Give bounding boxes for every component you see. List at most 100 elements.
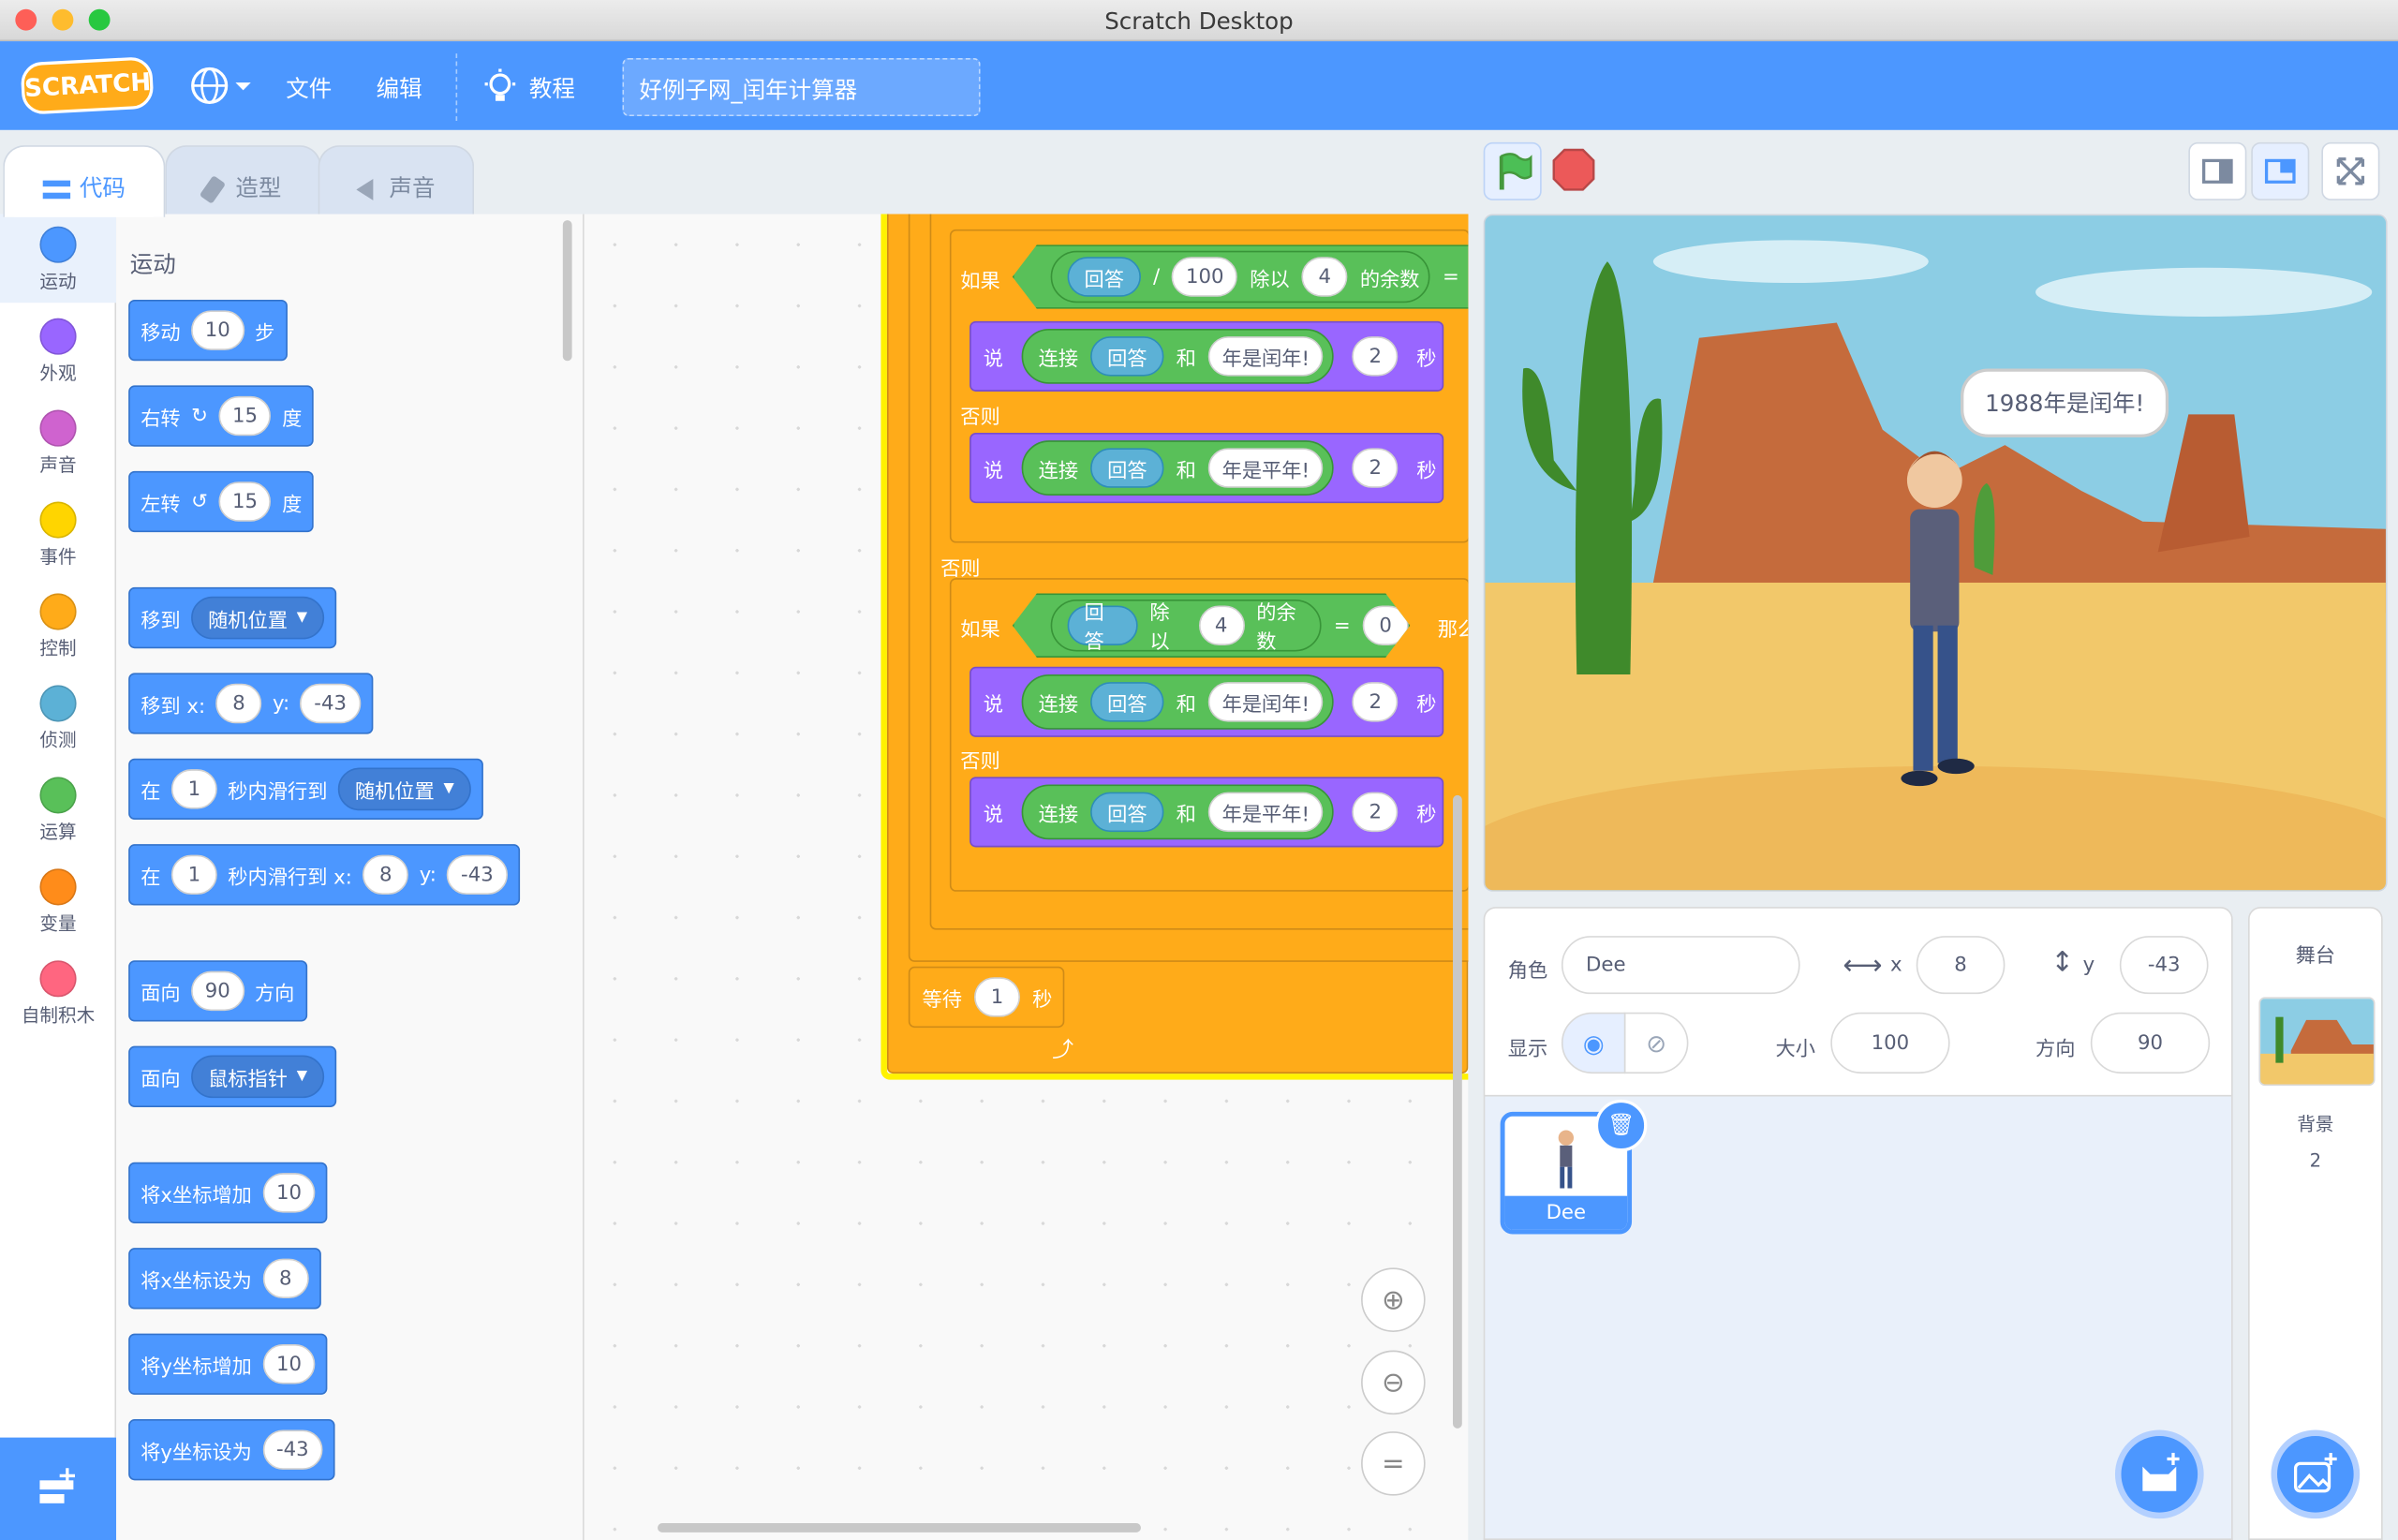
set-x-block[interactable]: 将x坐标设为 8: [128, 1248, 321, 1310]
tab-costumes[interactable]: 造型: [165, 145, 321, 216]
workspace-vertical-scrollbar[interactable]: [1453, 794, 1462, 1429]
text-input[interactable]: 年是闰年!: [1207, 682, 1324, 722]
choose-sprite-button[interactable]: [2114, 1429, 2204, 1519]
category-operators[interactable]: 运算: [0, 764, 116, 853]
green-flag-button[interactable]: [1483, 141, 1542, 200]
degrees-input[interactable]: 15: [218, 481, 272, 522]
scratch-logo[interactable]: SCRATCH: [20, 56, 155, 115]
set-y-block[interactable]: 将y坐标设为 -43: [128, 1419, 335, 1481]
mod-operator[interactable]: 回答 除以 4 的余数: [1051, 600, 1322, 652]
say-for-secs-block[interactable]: 说连接 回答和年是闰年! 2 秒: [970, 666, 1444, 737]
category-myblocks[interactable]: 自制积木: [0, 948, 116, 1037]
stage-canvas[interactable]: 1988年是闰年!: [1483, 214, 2388, 892]
number-input[interactable]: 100: [1172, 257, 1238, 297]
secs-input[interactable]: 2: [1352, 682, 1399, 722]
say-for-secs-block[interactable]: 说连接 回答和年是平年! 2 秒: [970, 777, 1444, 848]
edit-menu[interactable]: 编辑: [377, 72, 422, 104]
secs-input[interactable]: 2: [1352, 792, 1399, 833]
y-input[interactable]: -43: [2119, 936, 2209, 995]
number-input[interactable]: 4: [1301, 257, 1348, 297]
text-input[interactable]: 年是平年!: [1207, 448, 1324, 488]
tutorials-menu[interactable]: 教程: [483, 68, 575, 111]
equals-operator[interactable]: 回答 除以 4 的余数 = 0: [1013, 593, 1410, 658]
sprite-name-input[interactable]: Dee: [1561, 936, 1800, 995]
workspace-horizontal-scrollbar[interactable]: [658, 1523, 1141, 1533]
turn-left-block[interactable]: 左转 ↺ 15 度: [128, 470, 315, 533]
answer-reporter[interactable]: 回答: [1090, 336, 1164, 377]
hide-sprite-button[interactable]: ⊘: [1623, 1012, 1689, 1074]
equals-operator[interactable]: 回答 / 100 除以 4 的余数 =: [1012, 244, 1469, 309]
fullscreen-button[interactable]: [2321, 141, 2380, 200]
secs-input[interactable]: 2: [1352, 448, 1399, 488]
direction-input[interactable]: 90: [2090, 1012, 2211, 1074]
text-input[interactable]: 年是平年!: [1207, 792, 1324, 833]
project-title-input[interactable]: 好例子网_闰年计算器: [622, 58, 981, 117]
mod-operator[interactable]: 回答 / 100 除以 4 的余数: [1050, 250, 1430, 304]
y-input[interactable]: -43: [300, 683, 361, 724]
point-direction-block[interactable]: 面向 90 方向: [128, 960, 307, 1022]
value-input[interactable]: 10: [262, 1173, 316, 1213]
choose-backdrop-button[interactable]: [2271, 1429, 2361, 1519]
category-motion[interactable]: 运动: [0, 214, 117, 304]
glide-dropdown[interactable]: 随机位置 ▼: [337, 767, 471, 811]
zoom-out-button[interactable]: ⊖: [1361, 1350, 1426, 1415]
add-extension-button[interactable]: [0, 1437, 117, 1540]
stage-target-panel[interactable]: 舞台 背景 2: [2247, 907, 2383, 1540]
value-input[interactable]: 8: [262, 1258, 309, 1299]
stop-button[interactable]: [1551, 147, 1597, 193]
answer-reporter[interactable]: 回答: [1068, 605, 1138, 644]
language-menu[interactable]: [189, 66, 257, 105]
secs-input[interactable]: 1: [170, 769, 217, 809]
change-y-block[interactable]: 将y坐标增加 10: [128, 1333, 328, 1395]
x-input[interactable]: 8: [363, 854, 409, 896]
size-input[interactable]: 100: [1830, 1012, 1950, 1074]
answer-reporter[interactable]: 回答: [1090, 448, 1164, 488]
secs-input[interactable]: 1: [974, 977, 1021, 1017]
show-sprite-button[interactable]: ◉: [1561, 1012, 1626, 1074]
point-towards-block[interactable]: 面向 鼠标指针 ▼: [128, 1045, 337, 1107]
tab-code[interactable]: 代码: [3, 145, 166, 217]
join-operator[interactable]: 连接 回答和年是平年!: [1021, 784, 1335, 840]
zoom-reset-button[interactable]: =: [1361, 1431, 1426, 1496]
text-input[interactable]: 年是闰年!: [1207, 336, 1324, 377]
steps-input[interactable]: 10: [191, 310, 244, 350]
category-sensing[interactable]: 侦测: [0, 673, 116, 762]
degrees-input[interactable]: 15: [218, 395, 272, 437]
value-input[interactable]: 10: [262, 1344, 316, 1385]
category-variables[interactable]: 变量: [0, 856, 116, 945]
wait-block[interactable]: 等待 1 秒: [908, 966, 1065, 1029]
glide-block[interactable]: 在 1 秒内滑行到 随机位置 ▼: [128, 758, 483, 821]
join-operator[interactable]: 连接 回答和年是平年!: [1021, 440, 1335, 496]
category-sound[interactable]: 声音: [0, 397, 116, 486]
goto-xy-block[interactable]: 移到 x: 8 y: -43: [128, 673, 373, 734]
category-events[interactable]: 事件: [0, 489, 116, 578]
delete-sprite-button[interactable]: 🗑: [1594, 1099, 1648, 1152]
x-input[interactable]: 8: [1916, 936, 2006, 995]
file-menu[interactable]: 文件: [286, 72, 332, 104]
say-for-secs-block[interactable]: 说连接 回答和年是平年! 2 秒: [970, 433, 1444, 504]
answer-reporter[interactable]: 回答: [1090, 792, 1164, 833]
turn-right-block[interactable]: 右转 ↻ 15 度: [128, 385, 315, 447]
glide-xy-block[interactable]: 在 1 秒内滑行到 x: 8 y: -43: [128, 844, 520, 906]
secs-input[interactable]: 2: [1352, 336, 1399, 377]
change-x-block[interactable]: 将x坐标增加 10: [128, 1162, 328, 1224]
y-input[interactable]: -43: [447, 854, 508, 896]
say-for-secs-block[interactable]: 说连接 回答和年是闰年! 2 秒: [970, 320, 1444, 392]
x-input[interactable]: 8: [215, 683, 262, 724]
category-control[interactable]: 控制: [0, 581, 116, 670]
normal-stage-button[interactable]: [2251, 141, 2310, 200]
goto-dropdown[interactable]: 随机位置 ▼: [191, 596, 325, 640]
answer-reporter[interactable]: 回答: [1090, 682, 1164, 722]
towards-dropdown[interactable]: 鼠标指针 ▼: [191, 1055, 325, 1099]
join-operator[interactable]: 连接 回答和年是闰年!: [1021, 674, 1335, 730]
tab-sounds[interactable]: 声音: [318, 145, 475, 216]
script-workspace[interactable]: 如果 回答 / 100 除以 4 的余数 = 说连接 回答和年是闰年! 2 秒 否则 …: [584, 214, 1469, 1540]
number-input[interactable]: 4: [1198, 605, 1244, 644]
small-stage-button[interactable]: [2188, 141, 2247, 200]
palette-scrollbar[interactable]: [562, 220, 572, 362]
zoom-in-button[interactable]: ⊕: [1361, 1267, 1426, 1332]
join-operator[interactable]: 连接 回答和年是闰年!: [1021, 329, 1335, 384]
category-looks[interactable]: 外观: [0, 306, 116, 395]
secs-input[interactable]: 1: [170, 854, 217, 896]
answer-reporter[interactable]: 回答: [1067, 257, 1141, 297]
